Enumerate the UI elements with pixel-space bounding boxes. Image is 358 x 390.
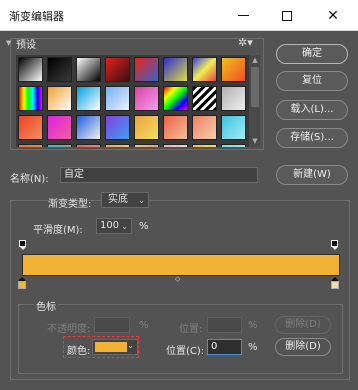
color-stop-right[interactable] [331, 277, 339, 289]
delete-color-stop-button[interactable]: 删除(D) [275, 338, 331, 356]
color-location-unit: % [248, 342, 258, 353]
color-picker-swatch[interactable]: ⌄ [92, 339, 138, 355]
collapse-triangle-icon[interactable]: ▼ [6, 39, 11, 47]
preset-swatch[interactable] [47, 144, 72, 147]
preset-swatch[interactable] [134, 86, 159, 111]
opacity-unit: % [139, 320, 149, 331]
presets-label: 预设 [16, 40, 36, 51]
preset-swatch[interactable] [76, 115, 101, 140]
preset-swatch[interactable] [18, 57, 43, 82]
preset-swatch[interactable] [47, 57, 72, 82]
preset-swatch[interactable] [18, 115, 43, 140]
chevron-down-icon: ⌄ [127, 341, 134, 350]
color-location-field[interactable]: 0 [207, 339, 242, 355]
opacity-label: 不透明度: [47, 324, 91, 335]
color-location-label: 位置(C): [166, 346, 205, 357]
name-label: 名称(N): [10, 174, 49, 185]
ok-button[interactable]: 确定 [276, 44, 348, 64]
preset-swatch[interactable] [192, 115, 217, 140]
preset-swatch[interactable] [105, 144, 130, 147]
preset-swatch[interactable] [163, 144, 188, 147]
reset-button[interactable]: 复位 [276, 71, 348, 91]
preset-swatch[interactable] [192, 86, 217, 111]
preset-swatch[interactable] [134, 57, 159, 82]
close-button[interactable]: ✕ [310, 0, 356, 31]
preset-swatch[interactable] [105, 86, 130, 111]
preset-swatch[interactable] [105, 57, 130, 82]
minimize-button[interactable] [220, 0, 266, 31]
preset-swatch[interactable] [221, 57, 246, 82]
opacity-stop-right[interactable] [331, 240, 338, 251]
smoothness-select[interactable]: 100 ⌄ [96, 218, 132, 234]
preset-swatch-grid [16, 55, 248, 147]
maximize-icon [282, 10, 292, 21]
smoothness-unit: % [139, 221, 149, 232]
color-stop-left[interactable] [18, 277, 26, 289]
delete-opacity-stop-button[interactable]: 删除(D) [275, 316, 331, 334]
preset-swatch[interactable] [163, 86, 188, 111]
load-button[interactable]: 载入(L)... [276, 100, 348, 120]
preset-swatch[interactable] [221, 86, 246, 111]
preset-swatch[interactable] [76, 86, 101, 111]
opacity-location-label: 位置: [179, 324, 203, 335]
opacity-location-field[interactable] [207, 317, 242, 333]
chevron-down-icon: ⌄ [121, 222, 128, 231]
new-button[interactable]: 新建(W) [276, 165, 348, 185]
midpoint-diamond-icon[interactable]: ◇ [175, 275, 180, 283]
stops-label: 色标 [34, 298, 58, 313]
gradient-type-value: 实底 [108, 194, 128, 205]
chevron-down-icon: ⌄ [138, 196, 145, 205]
scroll-thumb[interactable] [251, 67, 259, 107]
preset-swatch[interactable] [221, 144, 246, 147]
preset-swatch[interactable] [221, 115, 246, 140]
preset-swatch[interactable] [134, 115, 159, 140]
smoothness-value: 100 [100, 220, 120, 231]
preset-swatch[interactable] [47, 86, 72, 111]
smoothness-label: 平滑度(M): [33, 225, 83, 236]
title-bar: 渐变编辑器 ✕ [0, 0, 358, 31]
gradient-type-select[interactable]: 实底 ⌄ [101, 192, 149, 208]
scroll-up-icon[interactable]: ▲ [249, 55, 261, 66]
preset-swatch[interactable] [105, 115, 130, 140]
minimize-icon [237, 15, 249, 16]
preset-swatch[interactable] [18, 144, 43, 147]
preset-swatch[interactable] [76, 144, 101, 147]
opacity-stop-left[interactable] [19, 240, 26, 251]
gradient-preview-bar[interactable] [22, 254, 340, 276]
opacity-field[interactable] [94, 317, 130, 333]
gradient-type-label: 渐变类型: [48, 199, 92, 210]
preset-swatch[interactable] [163, 115, 188, 140]
opacity-location-unit: % [248, 320, 258, 331]
preset-swatch[interactable] [47, 115, 72, 140]
preset-swatch[interactable] [192, 57, 217, 82]
maximize-button[interactable] [264, 0, 310, 31]
save-button[interactable]: 存储(S)... [276, 128, 348, 148]
presets-scrollbar[interactable]: ▲ ▼ [248, 55, 260, 147]
preset-swatch[interactable] [134, 144, 159, 147]
scroll-down-icon[interactable]: ▼ [249, 136, 261, 147]
name-field[interactable]: 自定 [60, 167, 258, 183]
close-icon: ✕ [327, 7, 339, 24]
color-label: 颜色: [67, 346, 91, 357]
preset-swatch[interactable] [192, 144, 217, 147]
gear-icon[interactable]: ✲▾ [238, 36, 253, 49]
preset-swatch[interactable] [163, 57, 188, 82]
color-swatch-fill [95, 342, 127, 352]
preset-swatch[interactable] [18, 86, 43, 111]
preset-swatch[interactable] [76, 57, 101, 82]
window-title: 渐变编辑器 [9, 10, 64, 23]
